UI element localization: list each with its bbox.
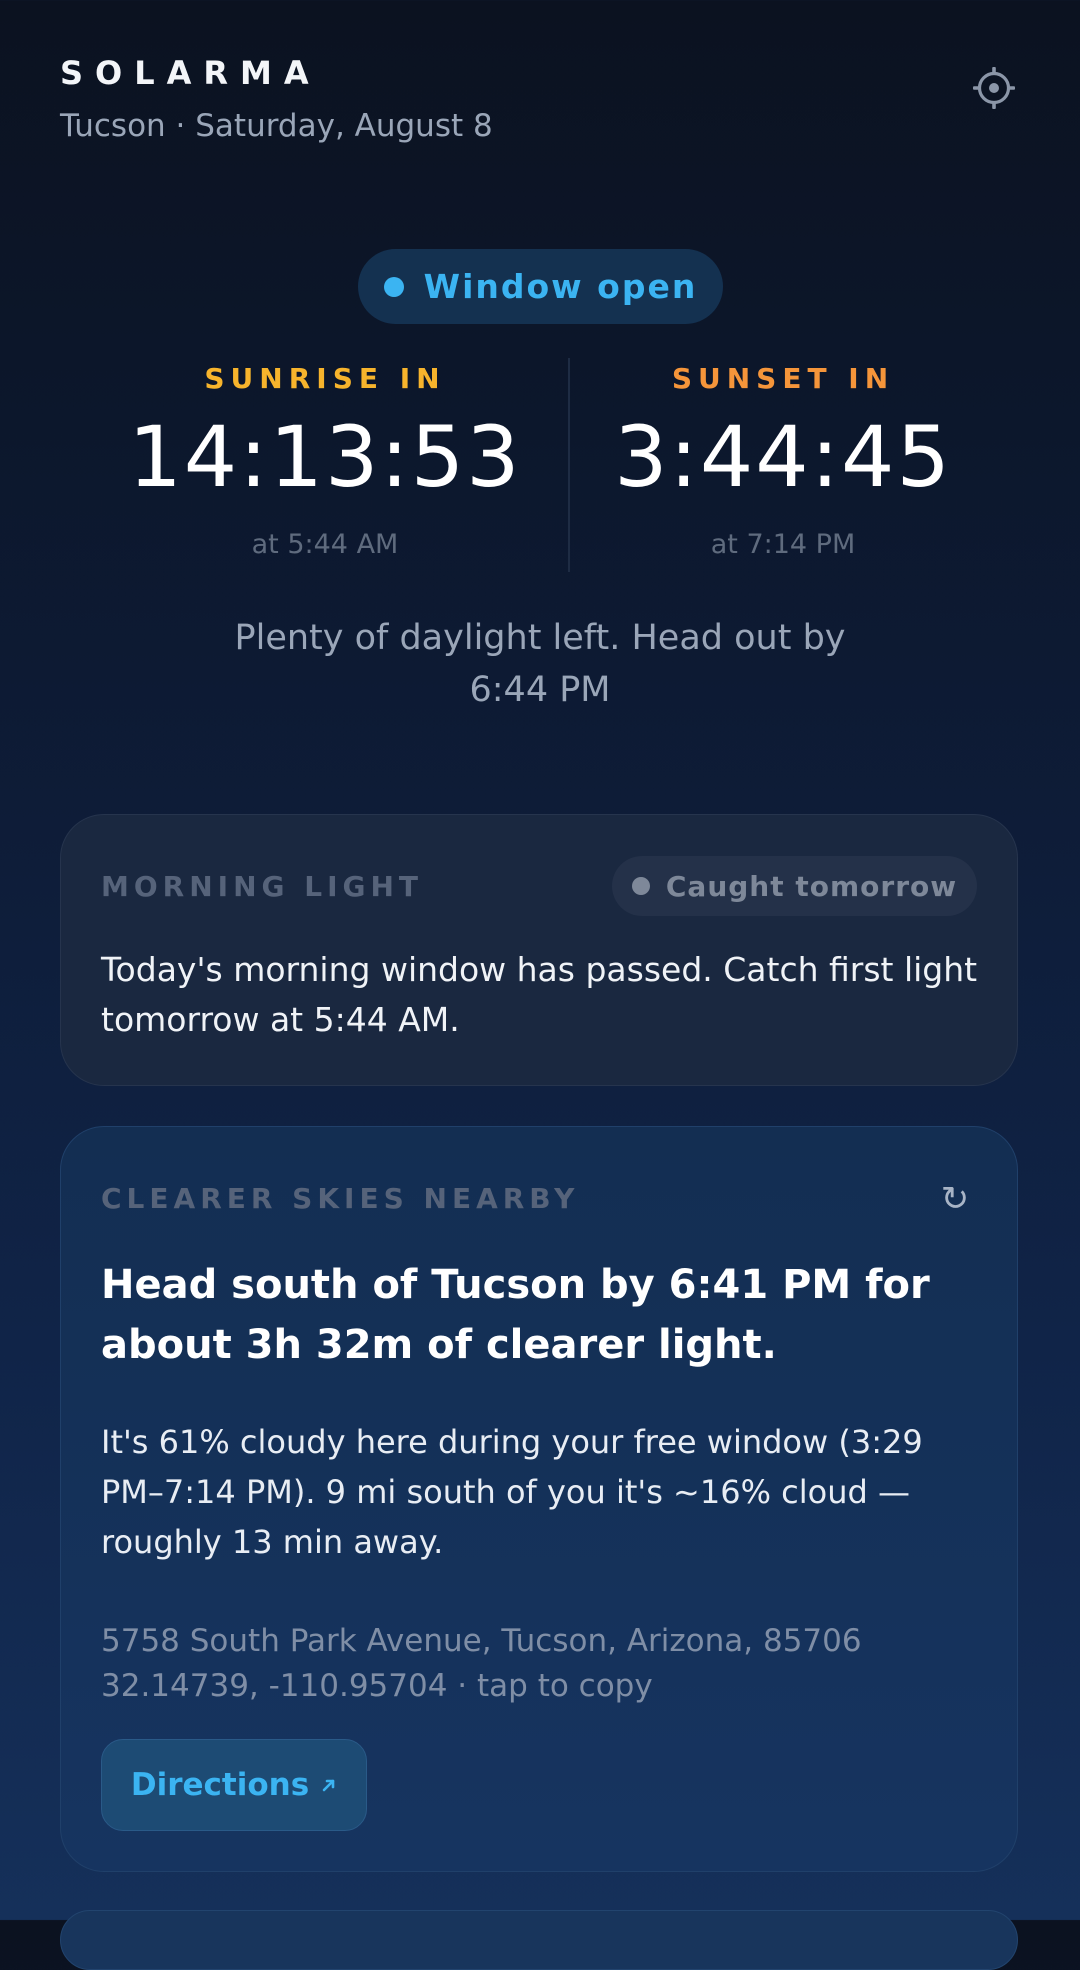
badge-dot (631, 877, 650, 895)
sunset-timer: 3:44:45 (614, 408, 952, 506)
location-date: Tucson · Saturday, August 8 (60, 108, 493, 144)
morning-light-heading: MORNING LIGHT (101, 870, 424, 903)
morning-light-card: MORNING LIGHT Caught tomorrow Today's mo… (60, 814, 1018, 1086)
sunrise-time: at 5:44 AM (251, 529, 399, 560)
sunrise-label: SUNRISE IN (204, 362, 446, 395)
clearer-skies-heading: CLEARER SKIES NEARBY (101, 1182, 580, 1215)
refresh-button[interactable]: ↻ (933, 1177, 977, 1221)
status-dot (383, 276, 404, 297)
directions-button[interactable]: Directions (101, 1739, 367, 1831)
badge-label: Caught tomorrow (665, 869, 958, 903)
coordinates-copy[interactable]: 32.14739, -110.95704 · tap to copy (101, 1664, 981, 1709)
clearer-skies-detail: It's 61% cloudy here during your free wi… (101, 1423, 923, 1561)
next-card (60, 1910, 1018, 1970)
clearer-skies-card: CLEARER SKIES NEARBY ↻ Head south of Tuc… (60, 1126, 1018, 1872)
sunrise-countdown: SUNRISE IN 14:13:53 at 5:44 AM (115, 362, 535, 560)
status-label: Window open (423, 267, 698, 306)
countdown-divider (568, 358, 570, 572)
sunset-time: at 7:14 PM (710, 529, 856, 560)
status-badge: Window open (358, 249, 723, 324)
clearer-skies-headline: Head south of Tucson by 6:41 PM for abou… (101, 1262, 930, 1368)
morning-light-message: Today's morning window has passed. Catch… (101, 950, 978, 1039)
refresh-icon: ↻ (940, 1179, 970, 1219)
sunset-label: SUNSET IN (671, 362, 895, 395)
sunset-countdown: SUNSET IN 3:44:45 at 7:14 PM (573, 362, 993, 560)
settings-button[interactable] (966, 62, 1022, 118)
app-title: SOLARMA (60, 54, 321, 92)
directions-label: Directions (130, 1767, 310, 1803)
daylight-advice: Plenty of daylight left. Head out by 6:4… (234, 618, 846, 710)
caught-tomorrow-badge: Caught tomorrow (612, 856, 977, 916)
gear-icon (971, 65, 1017, 115)
external-arrow-icon (321, 1777, 337, 1793)
destination-address: 5758 South Park Avenue, Tucson, Arizona,… (101, 1623, 862, 1659)
sunrise-timer: 14:13:53 (128, 408, 522, 506)
